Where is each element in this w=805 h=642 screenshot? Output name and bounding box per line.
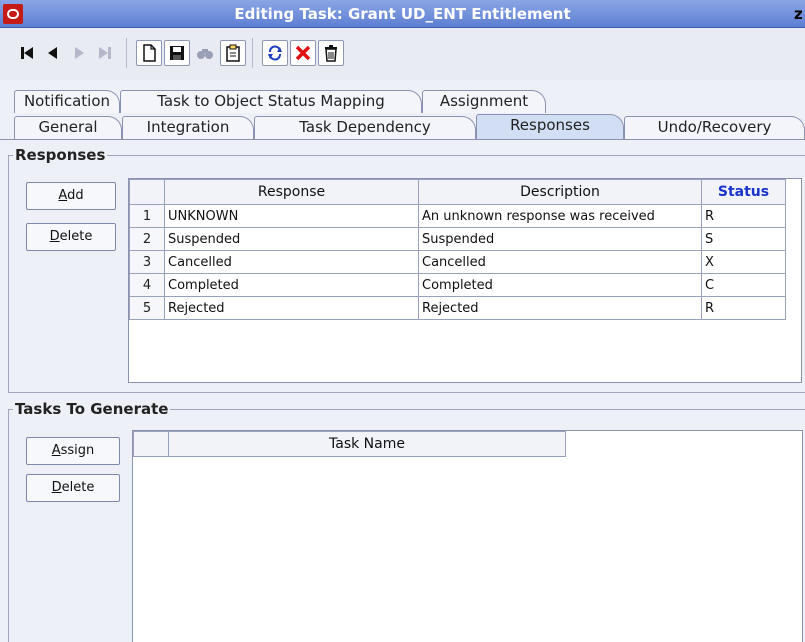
description-cell[interactable]: Suspended <box>418 227 702 251</box>
assign-mnemonic: A <box>51 443 61 458</box>
row-number-header <box>129 179 165 205</box>
tab-undo-recovery[interactable]: Undo/Recovery <box>624 116 805 139</box>
clipboard-icon[interactable] <box>220 40 246 66</box>
last-record-icon[interactable] <box>92 40 118 66</box>
first-record-icon[interactable] <box>14 40 40 66</box>
delete-task-label-rest: elete <box>61 480 95 495</box>
tasks-table-frame: Task Name <box>132 430 803 642</box>
save-icon[interactable] <box>164 40 190 66</box>
description-column-header[interactable]: Description <box>418 179 702 205</box>
task-row-number-header <box>133 431 169 457</box>
row-number-cell: 5 <box>129 296 165 320</box>
section-divider <box>8 409 9 642</box>
status-column-header[interactable]: Status <box>701 179 786 205</box>
response-cell[interactable]: UNKNOWN <box>164 204 419 228</box>
new-document-icon[interactable] <box>136 40 162 66</box>
find-icon[interactable] <box>192 40 218 66</box>
tab-assignment[interactable]: Assignment <box>422 90 546 113</box>
window-title: Editing Task: Grant UD_ENT Entitlement <box>234 5 571 23</box>
tab-general[interactable]: General <box>14 116 122 139</box>
description-cell[interactable]: Cancelled <box>418 250 702 274</box>
row-number-cell: 4 <box>129 273 165 297</box>
delete-label-rest: elete <box>59 229 93 244</box>
tasks-header-row: Task Name <box>133 431 566 457</box>
toolbar <box>0 28 805 80</box>
trash-icon[interactable] <box>318 40 344 66</box>
status-cell[interactable]: R <box>701 296 786 320</box>
response-cell[interactable]: Suspended <box>164 227 419 251</box>
response-cell[interactable]: Rejected <box>164 296 419 320</box>
tab-task-to-object-status-mapping[interactable]: Task to Object Status Mapping <box>120 90 422 113</box>
refresh-icon[interactable] <box>262 40 288 66</box>
toolbar-separator <box>126 38 127 68</box>
tab-integration[interactable]: Integration <box>122 116 254 139</box>
assign-task-button[interactable]: Assign <box>26 437 120 465</box>
add-label-rest: dd <box>67 188 84 203</box>
table-row[interactable]: 3 Cancelled Cancelled X <box>129 250 786 274</box>
delete-response-button[interactable]: Delete <box>26 223 116 251</box>
description-cell[interactable]: Completed <box>418 273 702 297</box>
description-cell[interactable]: An unknown response was received <box>418 204 702 228</box>
responses-table-frame: Response Description Status 1 UNKNOWN An u… <box>128 178 802 383</box>
section-divider <box>8 392 805 393</box>
responses-section-title: Responses <box>13 146 108 164</box>
tab-task-dependency[interactable]: Task Dependency <box>254 116 476 139</box>
response-cell[interactable]: Cancelled <box>164 250 419 274</box>
table-row[interactable]: 2 Suspended Suspended S <box>129 227 786 251</box>
status-cell[interactable]: X <box>701 250 786 274</box>
response-cell[interactable]: Completed <box>164 273 419 297</box>
responses-header-row: Response Description Status <box>129 179 786 205</box>
add-mnemonic: A <box>58 188 68 203</box>
delete-task-mnemonic: D <box>51 480 62 495</box>
tab-divider <box>0 139 805 140</box>
delete-task-button[interactable]: Delete <box>26 474 120 502</box>
status-cell[interactable]: C <box>701 273 786 297</box>
tab-notification[interactable]: Notification <box>14 90 120 113</box>
status-cell[interactable]: R <box>701 204 786 228</box>
table-row[interactable]: 5 Rejected Rejected R <box>129 296 786 320</box>
task-name-column-header[interactable]: Task Name <box>168 431 566 457</box>
assign-label-rest: ssign <box>60 443 95 458</box>
next-record-icon[interactable] <box>66 40 92 66</box>
tab-responses[interactable]: Responses <box>476 114 624 140</box>
tab-strip: Notification Task to Object Status Mappi… <box>0 90 805 140</box>
section-divider <box>8 155 9 392</box>
toolbar-separator <box>252 38 253 68</box>
response-column-header[interactable]: Response <box>164 179 419 205</box>
delete-mnemonic: D <box>49 229 60 244</box>
previous-record-icon[interactable] <box>40 40 66 66</box>
table-row[interactable]: 4 Completed Completed C <box>129 273 786 297</box>
row-number-cell: 2 <box>129 227 165 251</box>
add-response-button[interactable]: Add <box>26 182 116 210</box>
tasks-table: Task Name <box>133 431 566 457</box>
row-number-cell: 3 <box>129 250 165 274</box>
tasks-section-title: Tasks To Generate <box>13 400 171 418</box>
description-cell[interactable]: Rejected <box>418 296 702 320</box>
table-row[interactable]: 1 UNKNOWN An unknown response was received… <box>129 204 786 228</box>
section-divider <box>8 155 805 156</box>
row-number-cell: 1 <box>129 204 165 228</box>
responses-table: Response Description Status 1 UNKNOWN An u… <box>129 179 786 320</box>
status-cell[interactable]: S <box>701 227 786 251</box>
title-overflow-text: z <box>794 5 803 23</box>
delete-x-icon[interactable] <box>290 40 316 66</box>
